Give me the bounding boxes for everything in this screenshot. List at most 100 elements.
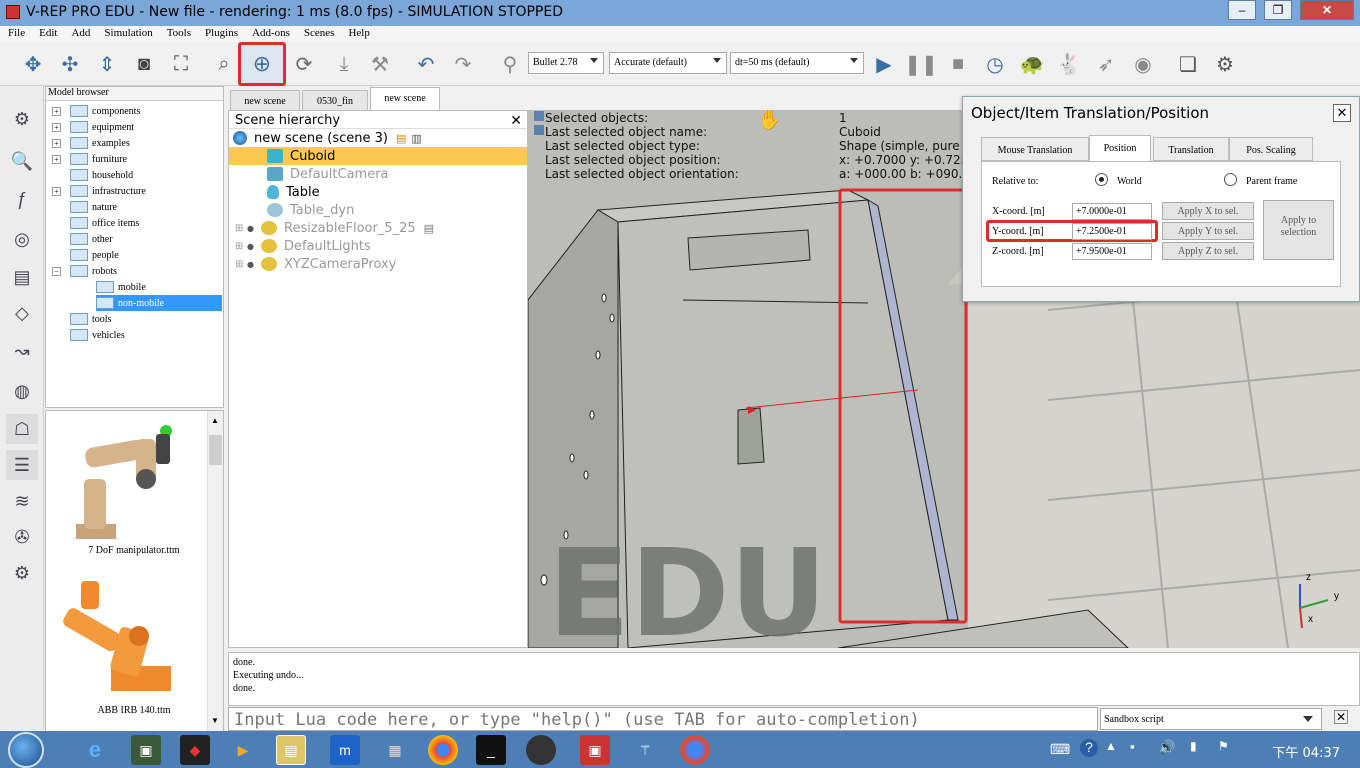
hierarchy-item-defaultcamera[interactable]: DefaultCamera <box>229 165 527 183</box>
chrome-alt-icon[interactable] <box>680 735 710 765</box>
minimize-button[interactable]: – <box>1228 0 1256 20</box>
physics-engine-select[interactable]: Bullet 2.78 <box>528 52 604 74</box>
visualization-icon[interactable]: ◉ <box>1127 48 1159 80</box>
calculation-modules-icon[interactable]: 🔍 <box>6 146 38 176</box>
tree-item-robots[interactable]: − robots <box>52 263 117 279</box>
assemble-icon[interactable]: ⤓ <box>328 48 360 80</box>
function-icon[interactable]: ƒ <box>6 184 38 214</box>
tab-translation[interactable]: Translation <box>1153 137 1229 161</box>
tab-pos-scaling[interactable]: Pos. Scaling <box>1229 137 1313 161</box>
object-select-icon[interactable]: ⌕ <box>208 48 240 80</box>
model-browser-icon[interactable]: ☖ <box>6 414 38 444</box>
threaded-rendering-icon[interactable]: ➶ <box>1090 48 1122 80</box>
menu-plugins[interactable]: Plugins <box>197 26 244 39</box>
user-settings-icon[interactable]: ⚙ <box>6 558 38 588</box>
tree-item-furniture[interactable]: + furniture <box>52 151 127 167</box>
tab-new-scene-3[interactable]: new scene <box>370 87 440 110</box>
tab-mouse-translation[interactable]: Mouse Translation <box>981 137 1089 161</box>
vrep-icon[interactable]: ▣ <box>580 735 610 765</box>
timestep-select[interactable]: dt=50 ms (default) <box>730 52 864 74</box>
tree-item-nature[interactable]: nature <box>70 199 117 215</box>
thumbnails-scrollbar[interactable]: ▲ ▼ <box>207 411 223 731</box>
views-icon[interactable]: ⚙ <box>1209 48 1241 80</box>
tree-item-examples[interactable]: + examples <box>52 135 130 151</box>
tree-item-mobile[interactable]: mobile <box>96 279 146 295</box>
expand-icon[interactable]: ⊞ <box>235 223 247 234</box>
camera-angle-icon[interactable]: ◙ <box>128 48 160 80</box>
tree-item-equipment[interactable]: + equipment <box>52 119 134 135</box>
faster-rabbit-icon[interactable]: 🐇 <box>1053 48 1085 80</box>
hierarchy-item-table[interactable]: Table <box>229 183 527 201</box>
dynamics-toggle-icon[interactable]: ⚲ <box>494 48 526 80</box>
scroll-up-icon[interactable]: ▲ <box>211 416 219 425</box>
dialog-close-icon[interactable]: ✕ <box>1333 104 1351 122</box>
lua-command-input[interactable]: Input Lua code here, or type "help()" (u… <box>228 707 1098 731</box>
menu-edit[interactable]: Edit <box>31 26 63 39</box>
menu-help[interactable]: Help <box>340 26 375 39</box>
hierarchy-item-resizablefloor[interactable]: ⊞ ● ResizableFloor_5_25 ▤ <box>229 219 527 237</box>
menu-file[interactable]: File <box>0 26 31 39</box>
redo-icon[interactable]: ↷ <box>447 48 479 80</box>
calculator-icon[interactable]: ▦ <box>380 735 410 765</box>
scripts-icon[interactable]: ▤ <box>6 262 38 292</box>
realtime-icon[interactable]: ◷ <box>979 48 1011 80</box>
tree-item-non-mobile[interactable]: non-mobile <box>96 295 222 311</box>
meitu-icon[interactable]: m <box>330 735 360 765</box>
clock[interactable]: 下午 04:37 <box>1272 742 1340 761</box>
object-rotate-icon[interactable]: ⟳ <box>288 48 320 80</box>
tree-item-tools[interactable]: tools <box>70 311 111 327</box>
tree-item-components[interactable]: + components <box>52 103 140 119</box>
close-icon[interactable]: ✕ <box>510 112 522 129</box>
menu-simulation[interactable]: Simulation <box>96 26 158 39</box>
radio-parent-frame[interactable] <box>1224 173 1237 186</box>
hierarchy-item-defaultlights[interactable]: ⊞ ● DefaultLights <box>229 237 527 255</box>
tree-item-people[interactable]: people <box>70 247 119 263</box>
shape-edit-icon[interactable]: ◇ <box>6 298 38 328</box>
collections-icon[interactable]: ◎ <box>6 224 38 254</box>
close-button[interactable]: ✕ <box>1300 0 1354 20</box>
fit-to-view-icon[interactable]: ⛶ <box>165 48 197 80</box>
expand-icon[interactable]: ⊞ <box>235 259 247 270</box>
menu-addons[interactable]: Add-ons <box>244 26 296 39</box>
apply-to-selection-button[interactable]: Apply to selection <box>1263 200 1334 260</box>
clear-console-icon[interactable]: ✕ <box>1334 710 1348 724</box>
simulation-settings-icon[interactable]: ⚙ <box>6 104 38 134</box>
selection-icon[interactable]: ◍ <box>6 376 38 406</box>
apply-x-button[interactable]: Apply X to sel. <box>1162 202 1254 220</box>
app-ball-icon[interactable] <box>526 735 556 765</box>
expand-icon[interactable]: ⊞ <box>235 241 247 252</box>
volume-icon[interactable]: 🔊 <box>1158 739 1175 756</box>
play-icon[interactable]: ▶ <box>868 48 900 80</box>
z-coord-field[interactable]: +7.9500e-01 <box>1072 243 1152 260</box>
camera-pan-icon[interactable]: ✥ <box>17 48 49 80</box>
info-toggle-icon[interactable] <box>534 111 544 121</box>
menu-tools[interactable]: Tools <box>159 26 197 39</box>
thumbnail-7dof[interactable] <box>56 419 206 554</box>
path-edit-icon[interactable]: ↝ <box>6 336 38 366</box>
file-explorer-icon[interactable]: ▤ <box>276 735 306 765</box>
tree-item-other[interactable]: other <box>70 231 113 247</box>
hierarchy-item-cuboid[interactable]: Cuboid <box>229 147 527 165</box>
scene-hierarchy-icon[interactable]: ☰ <box>6 450 38 480</box>
network-icon[interactable]: ▪ <box>1130 739 1135 754</box>
app-icon[interactable]: ▣ <box>131 735 161 765</box>
tab-position[interactable]: Position <box>1089 135 1151 162</box>
slower-turtle-icon[interactable]: 🐢 <box>1016 48 1048 80</box>
camera-shift-icon[interactable]: ⇕ <box>91 48 123 80</box>
y-coord-field[interactable]: +7.2500e-01 <box>1072 223 1152 240</box>
accuracy-select[interactable]: Accurate (default) <box>609 52 727 74</box>
scene-pages-icon[interactable]: ❏ <box>1172 48 1204 80</box>
tree-item-office-items[interactable]: office items <box>70 215 139 231</box>
hierarchy-root[interactable]: new scene (scene 3) ▤ ▥ <box>229 129 527 147</box>
network-signal-icon[interactable]: ▮ <box>1190 739 1197 753</box>
apply-z-button[interactable]: Apply Z to sel. <box>1162 242 1254 260</box>
video-recorder-icon[interactable]: ✇ <box>6 522 38 552</box>
keyboard-icon[interactable]: ⌨ <box>1050 741 1070 758</box>
object-shift-icon[interactable]: ⊕ <box>238 42 286 86</box>
tree-item-infrastructure[interactable]: + infrastructure <box>52 183 146 199</box>
tree-item-vehicles[interactable]: vehicles <box>70 327 125 343</box>
camera-rotate-icon[interactable]: ✣ <box>54 48 86 80</box>
scroll-down-icon[interactable]: ▼ <box>211 716 219 725</box>
transfer-dna-icon[interactable]: ⚒ <box>364 48 396 80</box>
menu-add[interactable]: Add <box>63 26 96 39</box>
